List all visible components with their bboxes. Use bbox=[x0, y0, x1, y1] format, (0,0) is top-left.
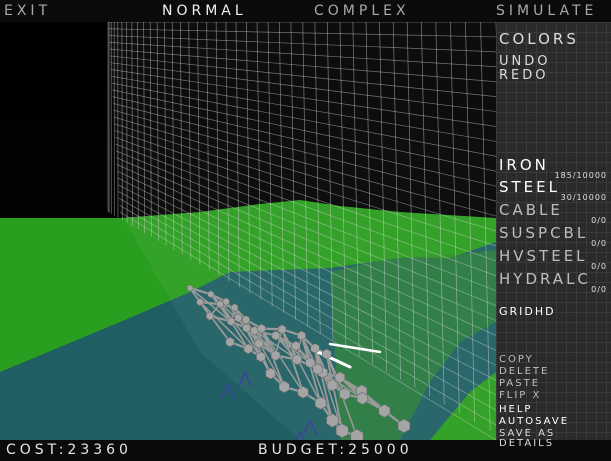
bridge-joint-node[interactable] bbox=[242, 315, 250, 325]
delete-button[interactable]: Delete bbox=[499, 366, 549, 377]
3d-viewport[interactable] bbox=[0, 22, 496, 440]
cost-value: 23360 bbox=[67, 442, 132, 458]
bridge-joint-node[interactable] bbox=[257, 323, 266, 334]
bridge-joint-node[interactable] bbox=[256, 351, 266, 363]
paste-button[interactable]: Paste bbox=[499, 378, 540, 389]
cost-label: Cost:23360 bbox=[6, 442, 132, 458]
bridge-joint-node[interactable] bbox=[216, 300, 224, 309]
material-count: 0/0 bbox=[591, 285, 607, 294]
bridge-joint-node[interactable] bbox=[242, 323, 251, 333]
material-label: SuspCbl bbox=[499, 224, 589, 242]
colors-button[interactable]: Colors bbox=[499, 30, 579, 48]
material-label: Iron bbox=[499, 156, 549, 174]
redo-button[interactable]: Redo bbox=[499, 68, 549, 83]
budget-label: Budget:25000 bbox=[258, 442, 413, 458]
bridge-joint-node[interactable] bbox=[250, 325, 259, 336]
bridge-joint-node[interactable] bbox=[222, 297, 230, 306]
top-menu-bar: Exit Normal Complex Simulate bbox=[0, 0, 611, 22]
material-label: Steel bbox=[499, 178, 560, 196]
scene-canvas[interactable] bbox=[0, 22, 496, 440]
bridge-joint-node[interactable] bbox=[186, 284, 194, 292]
bridge-joint-node[interactable] bbox=[291, 340, 301, 352]
cost-label-text: Cost: bbox=[6, 442, 68, 458]
bridge-joint-node[interactable] bbox=[206, 311, 214, 321]
bridge-joint-node[interactable] bbox=[234, 313, 243, 323]
simulate-button[interactable]: Simulate bbox=[496, 3, 597, 19]
bridge-joint-node[interactable] bbox=[278, 324, 287, 335]
bridge-joint-node[interactable] bbox=[310, 343, 320, 354]
copy-button[interactable]: Copy bbox=[499, 354, 534, 365]
bridge-joint-node[interactable] bbox=[297, 385, 309, 399]
material-label: HvSteel bbox=[499, 247, 588, 265]
normal-mode-button[interactable]: Normal bbox=[162, 3, 247, 19]
undo-button[interactable]: Undo bbox=[499, 54, 550, 69]
bridge-joint-node[interactable] bbox=[312, 363, 323, 375]
bridge-joint-node[interactable] bbox=[297, 330, 306, 341]
bridge-joint-node[interactable] bbox=[270, 350, 281, 361]
bridge-joint-node[interactable] bbox=[265, 367, 276, 380]
grid-hd-toggle[interactable]: GridHD bbox=[499, 305, 556, 318]
bridge-joint-node[interactable] bbox=[339, 387, 351, 401]
bridge-joint-node[interactable] bbox=[314, 396, 327, 410]
bridge-joint-node[interactable] bbox=[271, 330, 281, 341]
bridge-joint-node[interactable] bbox=[225, 336, 235, 348]
bridge-joint-node[interactable] bbox=[322, 348, 332, 360]
flip-x-button[interactable]: Flip X bbox=[499, 390, 541, 401]
bridge-joint-node[interactable] bbox=[397, 418, 411, 434]
bridge-joint-node[interactable] bbox=[207, 290, 215, 299]
bridge-joint-node[interactable] bbox=[278, 380, 290, 394]
budget-label-text: Budget: bbox=[258, 442, 349, 458]
complex-mode-button[interactable]: Complex bbox=[314, 3, 410, 19]
material-label: HydrAlc bbox=[499, 270, 591, 288]
bridge-joint-node[interactable] bbox=[196, 297, 204, 307]
bridge-joint-node[interactable] bbox=[326, 378, 338, 392]
help-button[interactable]: Help bbox=[499, 404, 532, 415]
bridge-joint-node[interactable] bbox=[356, 391, 368, 405]
bridge-joint-node[interactable] bbox=[230, 303, 239, 312]
autosave-toggle[interactable]: Autosave bbox=[499, 416, 569, 427]
bridge-joint-node[interactable] bbox=[292, 354, 302, 366]
bridge-joint-node[interactable] bbox=[243, 343, 253, 355]
details-button[interactable]: Details bbox=[499, 438, 554, 449]
bridge-joint-node[interactable] bbox=[227, 316, 236, 327]
exit-button[interactable]: Exit bbox=[4, 3, 51, 19]
material-label: Cable bbox=[499, 201, 563, 219]
budget-value: 25000 bbox=[348, 442, 413, 458]
side-panel: Colors Undo Redo Iron 185/10000 Steel 30… bbox=[496, 22, 611, 440]
material-hydralc[interactable]: HydrAlc 0/0 bbox=[496, 270, 611, 296]
bridge-joint-node[interactable] bbox=[254, 338, 264, 349]
